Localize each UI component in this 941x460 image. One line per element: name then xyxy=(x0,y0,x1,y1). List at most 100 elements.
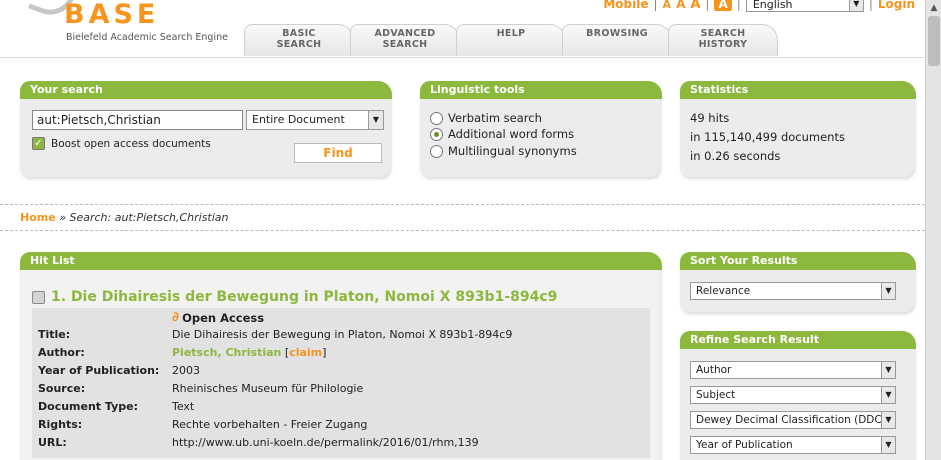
hit-select-checkbox[interactable] xyxy=(32,290,45,304)
tab-label: SEARCH HISTORY xyxy=(698,28,748,50)
top-links: Mobile | A A A | A | English ▼ | Login xyxy=(603,0,915,12)
field-label: Rights: xyxy=(38,418,83,431)
panel-title: Linguistic tools xyxy=(420,81,662,99)
linguistic-tools-panel: Linguistic tools Verbatim search Additio… xyxy=(420,81,662,177)
url-link[interactable]: http://www.ub.uni-koeln.de/permalink/201… xyxy=(172,436,479,449)
breadcrumb: Home » Search: aut:Pietsch,Christian xyxy=(20,211,229,224)
query-time: in 0.26 seconds xyxy=(690,149,781,163)
sort-select[interactable]: Relevance ▼ xyxy=(690,282,896,300)
chevron-down-icon: ▼ xyxy=(848,0,863,11)
additional-word-forms-option[interactable]: Additional word forms xyxy=(430,127,574,141)
chevron-down-icon: ▼ xyxy=(368,111,383,129)
sort-value: Relevance xyxy=(696,285,751,297)
breadcrumb-home-link[interactable]: Home xyxy=(20,211,56,224)
boost-checkbox[interactable]: ✓ xyxy=(32,137,45,150)
option-label: Additional word forms xyxy=(448,127,575,141)
scrollbar-thumb[interactable] xyxy=(928,16,940,66)
divider: | xyxy=(736,0,741,11)
radio-button[interactable] xyxy=(430,127,443,141)
multilingual-synonyms-option[interactable]: Multilingual synonyms xyxy=(430,144,577,158)
font-size-large[interactable]: A xyxy=(690,0,700,12)
claim-link[interactable]: claim xyxy=(289,346,322,359)
open-access-label: Open Access xyxy=(182,310,265,325)
breadcrumb-current: Search: aut:Pietsch,Christian xyxy=(69,211,229,224)
detail-row-author: Author: Pietsch, Christian [claim] xyxy=(38,346,648,359)
radio-button[interactable] xyxy=(430,144,443,158)
search-input[interactable]: aut:Pietsch,Christian xyxy=(32,110,243,130)
filter-value: Year of Publication xyxy=(696,439,793,451)
boost-open-access-option[interactable]: ✓ Boost open access documents xyxy=(32,137,211,150)
login-link[interactable]: Login xyxy=(878,0,915,11)
main-tabs: BASIC SEARCH ADVANCED SEARCH HELP BROWSI… xyxy=(244,24,778,58)
scroll-up-icon[interactable]: ▲ xyxy=(928,2,940,14)
tab-browsing[interactable]: BROWSING xyxy=(562,24,672,56)
detail-row-source: Source: Rheinisches Museum für Philologi… xyxy=(38,382,648,395)
divider: | xyxy=(705,0,710,11)
detail-row-year: Year of Publication: 2003 xyxy=(38,364,648,377)
tab-label: BASIC SEARCH xyxy=(276,28,322,50)
font-size-small[interactable]: A xyxy=(663,0,672,11)
hit-list-panel: Hit List 1. Die Dihairesis der Bewegung … xyxy=(20,252,662,460)
document-count: in 115,140,499 documents xyxy=(690,130,845,144)
chevron-down-icon: ▼ xyxy=(881,387,895,403)
panel-title: Hit List xyxy=(20,252,662,270)
subject-filter-select[interactable]: Subject ▼ xyxy=(690,386,896,404)
option-label: Multilingual synonyms xyxy=(448,144,577,158)
statistics-panel: Statistics 49 hits in 115,140,499 docume… xyxy=(680,81,916,177)
hit-number: 1. xyxy=(51,289,67,305)
language-value: English xyxy=(752,0,793,11)
hit-title[interactable]: 1. Die Dihairesis der Bewegung in Platon… xyxy=(32,289,557,305)
font-size-medium[interactable]: A xyxy=(676,0,685,11)
hit-title-link[interactable]: Die Dihairesis der Bewegung in Platon, N… xyxy=(71,289,557,305)
radio-button[interactable] xyxy=(430,111,443,125)
tab-advanced-search[interactable]: ADVANCED SEARCH xyxy=(350,24,460,56)
page: BASE Bielefeld Academic Search Engine Mo… xyxy=(0,0,925,460)
field-value: Die Dihairesis der Bewegung in Platon, N… xyxy=(172,328,513,341)
detail-row-url: URL: http://www.ub.uni-koeln.de/permalin… xyxy=(38,436,648,449)
logo-subtitle: Bielefeld Academic Search Engine xyxy=(66,32,228,43)
breadcrumb-separator: » xyxy=(59,211,66,224)
author-link[interactable]: Pietsch, Christian xyxy=(172,346,281,359)
divider: | xyxy=(868,0,873,11)
header-divider xyxy=(0,57,925,58)
open-access-badge: ∂ Open Access xyxy=(172,310,264,325)
field-label: URL: xyxy=(38,436,67,449)
tab-search-history[interactable]: SEARCH HISTORY xyxy=(668,24,778,56)
field-label: Document Type: xyxy=(38,400,138,413)
verbatim-search-option[interactable]: Verbatim search xyxy=(430,111,542,125)
search-scope-select[interactable]: Entire Document ▼ xyxy=(246,110,384,130)
mobile-link[interactable]: Mobile xyxy=(603,0,648,11)
ddc-filter-select[interactable]: Dewey Decimal Classification (DDC) ▼ xyxy=(690,411,896,429)
field-value: Rheinisches Museum für Philologie xyxy=(172,382,364,395)
detail-row-title: Title: Die Dihairesis der Bewegung in Pl… xyxy=(38,328,648,341)
find-button[interactable]: Find xyxy=(294,143,382,163)
hit-details: ∂ Open Access Title: Die Dihairesis der … xyxy=(32,308,650,458)
chevron-down-icon: ▼ xyxy=(881,412,895,428)
divider xyxy=(0,204,925,205)
field-value: Text xyxy=(172,400,195,413)
your-search-panel: Your search aut:Pietsch,Christian Entire… xyxy=(20,81,392,177)
panel-title: Your search xyxy=(20,81,392,99)
chevron-down-icon: ▼ xyxy=(881,283,895,299)
year-filter-select[interactable]: Year of Publication ▼ xyxy=(690,436,896,454)
field-value: 2003 xyxy=(172,364,200,377)
contrast-button[interactable]: A xyxy=(714,0,732,11)
tab-help[interactable]: HELP xyxy=(456,24,566,56)
chevron-down-icon: ▼ xyxy=(881,362,895,378)
logo-wordmark: BASE xyxy=(64,0,160,30)
tab-label: BROWSING xyxy=(586,28,648,39)
author-filter-select[interactable]: Author ▼ xyxy=(690,361,896,379)
refine-search-panel: Refine Search Result Author ▼ Subject ▼ … xyxy=(680,331,916,460)
filter-value: Author xyxy=(696,364,732,376)
detail-row-rights: Rights: Rechte vorbehalten - Freier Zuga… xyxy=(38,418,648,431)
page-scrollbar[interactable]: ▲ xyxy=(925,0,941,460)
field-value: Rechte vorbehalten - Freier Zugang xyxy=(172,418,368,431)
divider xyxy=(0,230,925,231)
tab-basic-search[interactable]: BASIC SEARCH xyxy=(244,24,354,56)
language-select[interactable]: English ▼ xyxy=(745,0,864,12)
field-value: Pietsch, Christian [claim] xyxy=(172,346,327,359)
open-access-lock-icon: ∂ xyxy=(172,310,180,325)
field-label: Source: xyxy=(38,382,86,395)
tab-label: ADVANCED SEARCH xyxy=(374,28,436,50)
field-label: Title: xyxy=(38,328,71,341)
